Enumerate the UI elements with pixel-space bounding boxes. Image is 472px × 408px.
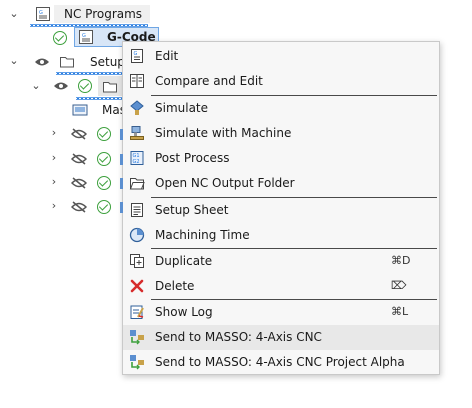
operation-icon-edge xyxy=(120,202,123,213)
operation-icon-edge xyxy=(120,178,123,189)
svg-text:G: G xyxy=(39,10,43,16)
operation-folder-icon xyxy=(103,82,117,93)
collapse-chevron-icon[interactable]: ⌄ xyxy=(8,8,20,20)
expand-chevron-icon[interactable]: › xyxy=(48,127,60,139)
menu-item-compare-and-edit[interactable]: Compare and Edit xyxy=(123,69,439,94)
delete-x-icon xyxy=(130,279,144,293)
menu-item-send-to-masso-project-alpha[interactable]: Send to MASSO: 4-Axis CNC Project Alpha xyxy=(123,350,439,375)
menu-item-open-nc-output-folder[interactable]: Open NC Output Folder xyxy=(123,171,439,196)
duplicate-icon xyxy=(130,254,144,268)
error-squiggle xyxy=(76,97,122,100)
operation-icon-edge xyxy=(120,154,123,165)
menu-item-label: Open NC Output Folder xyxy=(155,176,295,190)
menu-item-label: Duplicate xyxy=(155,254,213,268)
visibility-eye-icon[interactable] xyxy=(53,81,69,91)
menu-item-label: Simulate with Machine xyxy=(155,126,292,140)
menu-item-label: Edit xyxy=(155,49,179,63)
log-icon xyxy=(130,305,144,319)
status-ok-icon xyxy=(97,127,111,141)
hidden-eye-icon[interactable] xyxy=(71,128,87,140)
menu-item-label: Send to MASSO: 4-Axis CNC Project Alpha xyxy=(155,355,405,369)
expand-chevron-icon[interactable]: › xyxy=(48,200,60,212)
send-masso-icon xyxy=(130,355,144,370)
error-squiggle xyxy=(56,72,122,75)
menu-item-label: Delete xyxy=(155,279,195,293)
simulate-machine-icon xyxy=(130,126,144,140)
clock-icon xyxy=(129,227,145,243)
gcode-icon: G xyxy=(79,30,93,44)
menu-item-label: Show Log xyxy=(155,305,213,319)
menu-item-delete[interactable]: Delete ⌦ xyxy=(123,274,439,299)
setup-folder-icon xyxy=(60,57,74,68)
operation-icon-edge xyxy=(120,129,123,140)
status-ok-icon xyxy=(97,152,111,166)
menu-item-label: Simulate xyxy=(155,101,209,115)
menu-item-label: Send to MASSO: 4-Axis CNC xyxy=(155,330,322,344)
compare-icon xyxy=(130,74,144,88)
menu-item-simulate-with-machine[interactable]: Simulate with Machine xyxy=(123,121,439,146)
shortcut-label: ⌘L xyxy=(391,305,409,318)
svg-text:G: G xyxy=(134,51,138,57)
menu-item-duplicate[interactable]: Duplicate ⌘D xyxy=(123,249,439,274)
status-ok-icon xyxy=(97,176,111,190)
hidden-eye-icon[interactable] xyxy=(71,153,87,165)
status-ok-icon xyxy=(53,31,67,45)
menu-item-send-to-masso-4axis[interactable]: Send to MASSO: 4-Axis CNC xyxy=(123,325,439,350)
menu-item-label: Setup Sheet xyxy=(155,203,229,217)
hidden-eye-icon[interactable] xyxy=(71,201,87,213)
shortcut-label: ⌦ xyxy=(391,279,407,292)
context-menu: G Edit Compare and Edit Simulate Simulat… xyxy=(122,41,440,375)
menu-item-label: Machining Time xyxy=(155,228,250,242)
simulate-icon xyxy=(130,100,144,115)
expand-chevron-icon[interactable]: › xyxy=(48,152,60,164)
send-masso-icon xyxy=(130,330,144,345)
menu-item-edit[interactable]: G Edit xyxy=(123,44,439,69)
nc-program-icon: G xyxy=(36,7,50,21)
menu-item-simulate[interactable]: Simulate xyxy=(123,96,439,121)
menu-item-show-log[interactable]: Show Log ⌘L xyxy=(123,300,439,325)
expand-chevron-icon[interactable]: › xyxy=(48,176,60,188)
folder-open-icon xyxy=(129,178,145,190)
collapse-chevron-icon[interactable]: ⌄ xyxy=(30,80,42,92)
menu-item-label: Compare and Edit xyxy=(155,74,263,88)
menu-item-post-process[interactable]: G1 G2 Post Process xyxy=(123,146,439,171)
svg-text:G2: G2 xyxy=(133,159,140,165)
shortcut-label: ⌘D xyxy=(391,254,411,267)
svg-text:G: G xyxy=(82,33,86,39)
menu-item-machining-time[interactable]: Machining Time xyxy=(123,223,439,248)
machine-icon xyxy=(72,104,88,116)
visibility-eye-icon[interactable] xyxy=(34,57,50,67)
menu-item-setup-sheet[interactable]: Setup Sheet xyxy=(123,198,439,223)
edit-doc-icon: G xyxy=(131,49,143,63)
collapse-chevron-icon[interactable]: ⌄ xyxy=(8,55,20,67)
nc-programs-label[interactable]: NC Programs xyxy=(64,7,142,21)
setup-sheet-icon xyxy=(131,203,143,217)
status-ok-icon xyxy=(78,79,92,93)
setup-label[interactable]: Setup xyxy=(90,55,125,69)
status-ok-icon xyxy=(97,200,111,214)
menu-item-label: Post Process xyxy=(155,151,230,165)
post-process-icon: G1 G2 xyxy=(130,151,144,165)
hidden-eye-icon[interactable] xyxy=(71,177,87,189)
